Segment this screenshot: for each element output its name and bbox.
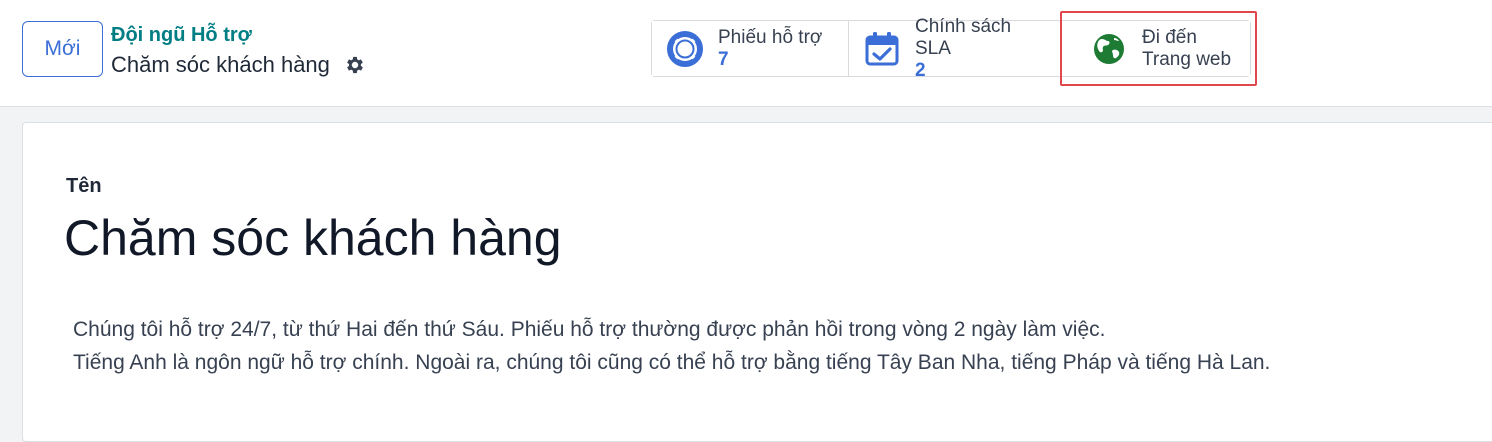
description-line: Tiếng Anh là ngôn ngữ hỗ trợ chính. Ngoà… [73,351,1271,374]
name-field-label: Tên [66,175,102,197]
breadcrumb-current: Chăm sóc khách hàng [111,52,366,78]
description-field[interactable]: Chúng tôi hỗ trợ 24/7, từ thứ Hai đến th… [73,313,1270,379]
sla-label: Chính sách SLA [915,15,1012,59]
control-panel: Mới Đội ngũ Hỗ trợ Chăm sóc khách hàng P… [0,0,1492,107]
record-title: Chăm sóc khách hàng [111,52,330,77]
sla-count: 2 [915,59,926,81]
calendar-check-icon [863,30,901,68]
tickets-count: 7 [718,48,729,70]
new-button[interactable]: Mới [22,21,103,77]
tickets-smart-button[interactable]: Phiếu hỗ trợ 7 [652,21,849,76]
go-to-website-smart-button[interactable]: Đi đến Trang web [1062,21,1250,76]
name-field[interactable]: Chăm sóc khách hàng [64,209,562,267]
smart-buttons: Phiếu hỗ trợ 7 Chính sách SLA 2 Đi đến T… [651,16,1251,81]
website-sublabel: Trang web [1142,48,1232,70]
sla-policies-smart-button[interactable]: Chính sách SLA 2 [849,16,1062,81]
website-label: Đi đến [1142,26,1197,48]
gear-icon[interactable] [344,54,366,76]
breadcrumb-parent-link[interactable]: Đội ngũ Hỗ trợ [111,24,252,47]
tickets-label: Phiếu hỗ trợ [718,26,823,48]
description-line: Chúng tôi hỗ trợ 24/7, từ thứ Hai đến th… [73,318,1106,341]
life-ring-icon [666,30,704,68]
globe-icon [1090,30,1128,68]
form-sheet: Tên Chăm sóc khách hàng Chúng tôi hỗ trợ… [22,122,1492,442]
